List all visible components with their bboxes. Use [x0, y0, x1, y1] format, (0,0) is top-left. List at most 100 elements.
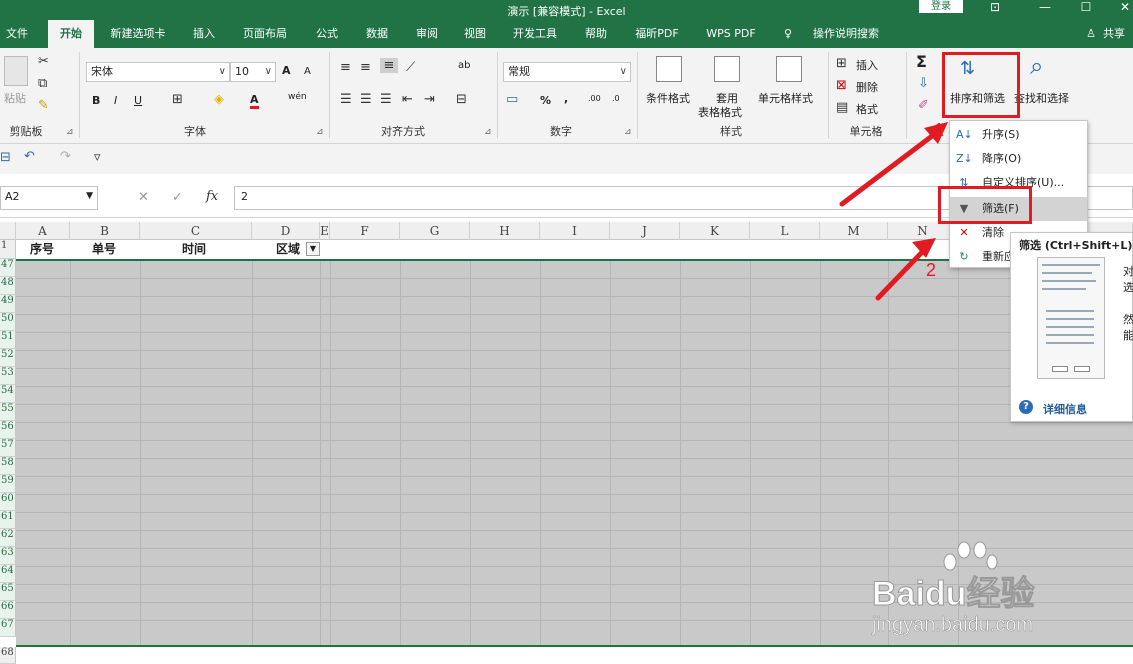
- bold-button[interactable]: B: [92, 94, 100, 107]
- font-name-combo[interactable]: 宋体 ∨: [86, 62, 230, 82]
- ribbon-display-options-icon[interactable]: ⊡: [980, 0, 1010, 18]
- column-header-l[interactable]: L: [750, 222, 820, 240]
- more-info-link[interactable]: 详细信息: [1043, 401, 1087, 417]
- header-cell-index[interactable]: 序号: [30, 240, 54, 258]
- row-header[interactable]: 65: [0, 583, 16, 601]
- decrease-decimal-button[interactable]: .0: [612, 94, 620, 103]
- save-icon[interactable]: ⊟: [0, 150, 11, 165]
- orientation-icon[interactable]: ⟋: [406, 60, 415, 75]
- row-header[interactable]: 57: [0, 439, 16, 457]
- row-header-1[interactable]: 1: [0, 240, 16, 259]
- tab-view[interactable]: 视图: [456, 20, 494, 48]
- help-icon[interactable]: ?: [1019, 400, 1033, 414]
- italic-button[interactable]: I: [114, 94, 117, 107]
- column-header-b[interactable]: B: [70, 222, 140, 240]
- row-header[interactable]: 54: [0, 385, 16, 403]
- autosum-button[interactable]: Σ: [916, 52, 927, 71]
- alignment-launcher-icon[interactable]: ⊿: [484, 127, 492, 137]
- row-header[interactable]: 51: [0, 331, 16, 349]
- row-header[interactable]: 68: [0, 647, 16, 664]
- undo-icon[interactable]: ↶: [24, 149, 35, 164]
- row-header[interactable]: 48: [0, 277, 16, 295]
- header-cell-order-no[interactable]: 单号: [92, 240, 116, 258]
- row-header[interactable]: 50: [0, 313, 16, 331]
- share-button[interactable]: 共享: [1098, 20, 1130, 48]
- find-select-button[interactable]: 查找和选择: [1014, 90, 1069, 106]
- conditional-format-button[interactable]: 条件格式: [646, 90, 690, 106]
- percent-button[interactable]: %: [540, 94, 551, 107]
- align-right-icon[interactable]: ☰: [380, 92, 392, 107]
- shrink-font-button[interactable]: A: [304, 66, 311, 77]
- redo-icon[interactable]: ↷: [60, 149, 71, 164]
- column-header-a[interactable]: A: [16, 222, 70, 240]
- filter-dropdown-icon[interactable]: ▼: [306, 242, 320, 256]
- customize-qat-icon[interactable]: ▿: [94, 150, 101, 165]
- row-header[interactable]: 56: [0, 421, 16, 439]
- menu-item-sort-descending[interactable]: Z↓ 降序(O): [950, 147, 1087, 171]
- conditional-format-icon[interactable]: [656, 56, 682, 82]
- align-bottom-icon[interactable]: ≡: [380, 58, 398, 73]
- column-header-e[interactable]: E: [320, 222, 330, 240]
- tab-developer[interactable]: 开发工具: [506, 20, 564, 48]
- row-header[interactable]: 64: [0, 565, 16, 583]
- format-as-table-icon[interactable]: [714, 56, 740, 82]
- column-header-h[interactable]: H: [470, 222, 540, 240]
- fill-color-icon[interactable]: ◈: [214, 92, 224, 107]
- tab-formulas[interactable]: 公式: [308, 20, 346, 48]
- clipboard-launcher-icon[interactable]: ⊿: [66, 127, 74, 137]
- menu-item-sort-ascending[interactable]: A↓ 升序(S): [950, 123, 1087, 147]
- tab-page-layout[interactable]: 页面布局: [236, 20, 294, 48]
- font-color-button[interactable]: A: [250, 93, 259, 109]
- cell-styles-icon[interactable]: [776, 56, 802, 82]
- tab-insert[interactable]: 插入: [184, 20, 224, 48]
- close-button[interactable]: ✕: [1110, 0, 1133, 18]
- row-header[interactable]: 60: [0, 493, 16, 511]
- row-header[interactable]: 55: [0, 403, 16, 421]
- font-launcher-icon[interactable]: ⊿: [316, 127, 324, 137]
- cancel-entry-icon[interactable]: ✕: [138, 190, 149, 205]
- row-header[interactable]: 47: [0, 259, 16, 277]
- tab-new-tab[interactable]: 新建选项卡: [104, 20, 172, 48]
- maximize-button[interactable]: ☐: [1071, 0, 1101, 18]
- tab-foxit-pdf[interactable]: 福昕PDF: [628, 20, 686, 48]
- align-center-icon[interactable]: ☰: [360, 92, 372, 107]
- align-left-icon[interactable]: ☰: [340, 92, 352, 107]
- row-header[interactable]: 53: [0, 367, 16, 385]
- number-launcher-icon[interactable]: ⊿: [624, 127, 632, 137]
- font-size-combo[interactable]: 10 ∨: [230, 62, 276, 82]
- accounting-format-icon[interactable]: ▭: [506, 92, 518, 107]
- column-header-j[interactable]: J: [610, 222, 680, 240]
- tab-help[interactable]: 帮助: [576, 20, 616, 48]
- insert-cells-button[interactable]: 插入: [856, 57, 878, 73]
- fill-down-icon[interactable]: ⇩: [918, 76, 929, 91]
- copy-icon[interactable]: ⧉: [38, 76, 47, 91]
- cell-styles-button[interactable]: 单元格样式: [758, 90, 813, 106]
- column-header-i[interactable]: I: [540, 222, 610, 240]
- column-header-c[interactable]: C: [140, 222, 252, 240]
- confirm-entry-icon[interactable]: ✓: [172, 190, 183, 205]
- minimize-button[interactable]: —: [1030, 0, 1060, 18]
- tab-file[interactable]: 文件: [0, 20, 34, 48]
- insert-function-icon[interactable]: fx: [206, 189, 218, 204]
- select-all-corner[interactable]: [0, 222, 16, 240]
- merge-center-icon[interactable]: ⊟: [456, 92, 467, 107]
- format-as-table-line2[interactable]: 表格格式: [698, 104, 742, 120]
- row-header[interactable]: 49: [0, 295, 16, 313]
- row-header[interactable]: 61: [0, 511, 16, 529]
- increase-indent-icon[interactable]: ⇥: [424, 92, 435, 107]
- tell-me-search[interactable]: 操作说明搜索: [806, 20, 886, 48]
- column-header-d[interactable]: D: [252, 222, 320, 240]
- delete-cells-icon[interactable]: ⊠: [836, 78, 847, 93]
- column-header-f[interactable]: F: [330, 222, 400, 240]
- tab-data[interactable]: 数据: [358, 20, 396, 48]
- cut-icon[interactable]: ✂: [38, 54, 49, 69]
- underline-button[interactable]: U: [134, 94, 142, 107]
- comma-button[interactable]: ,: [564, 92, 568, 105]
- format-painter-icon[interactable]: ✎: [38, 98, 49, 113]
- number-format-combo[interactable]: 常规 ∨: [503, 62, 631, 82]
- row-header[interactable]: 67: [0, 619, 16, 637]
- header-cell-region[interactable]: 区域: [276, 240, 300, 258]
- decrease-indent-icon[interactable]: ⇤: [402, 92, 413, 107]
- paste-label[interactable]: 粘贴: [4, 90, 26, 106]
- name-box[interactable]: A2 ▼: [0, 186, 98, 210]
